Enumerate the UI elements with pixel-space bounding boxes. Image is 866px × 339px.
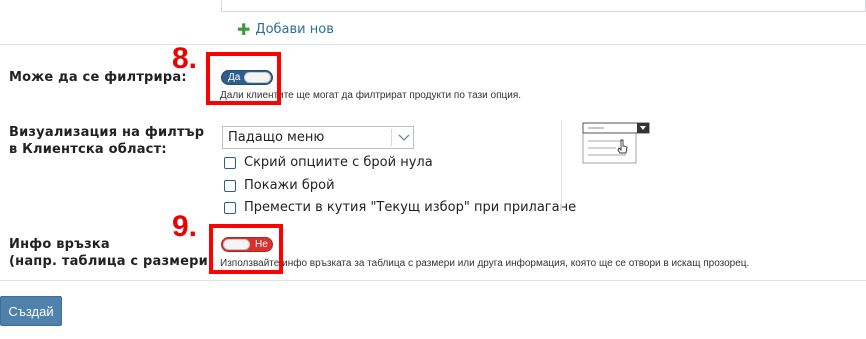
divider xyxy=(0,280,866,281)
add-new-label: Добави нов xyxy=(255,22,334,37)
annotation-marker-9: 9. xyxy=(172,210,198,243)
checkbox-move-to-current-selection[interactable]: Премести в кутия "Текущ избор" при прила… xyxy=(224,200,576,215)
vertical-divider xyxy=(561,121,562,214)
checkbox-hide-zero-count[interactable]: Скрий опциите с брой нула xyxy=(224,155,433,170)
info-link-label-line2: (напр. таблица с размери) xyxy=(9,254,215,269)
filter-visualization-label-line1: Визуализация на филтър xyxy=(9,125,205,140)
add-new-link[interactable]: ✚ Добави нов xyxy=(237,19,334,39)
annotation-box-9 xyxy=(209,224,283,274)
filterable-label: Може да се филтрира: xyxy=(9,70,187,85)
checkbox-show-count[interactable]: Покажи брой xyxy=(224,178,335,193)
checkbox[interactable] xyxy=(224,201,236,214)
select-value: Падащо меню xyxy=(228,130,325,145)
options-table-panel xyxy=(221,0,866,12)
checkbox-label: Скрий опциите с брой нула xyxy=(244,155,433,170)
select-separator xyxy=(391,129,392,146)
annotation-box-8 xyxy=(206,52,281,105)
filter-visualization-label: Визуализация на филтър в Клиентска облас… xyxy=(9,124,204,158)
plus-icon: ✚ xyxy=(237,19,251,39)
annotation-marker-8: 8. xyxy=(172,42,198,75)
filter-visualization-select[interactable]: Падащо меню xyxy=(222,126,414,149)
dropdown-preview-icon xyxy=(582,122,650,164)
chevron-down-icon xyxy=(398,134,410,141)
divider xyxy=(0,44,866,45)
info-link-help: Използвайте инфо връзката за таблица с р… xyxy=(220,258,750,269)
checkbox[interactable] xyxy=(224,156,236,169)
checkbox-label: Покажи брой xyxy=(244,178,335,193)
filter-visualization-label-line2: в Клиентска област: xyxy=(9,142,167,157)
checkbox[interactable] xyxy=(224,179,236,192)
create-button[interactable]: Създай xyxy=(0,296,62,326)
checkbox-label: Премести в кутия "Текущ избор" при прила… xyxy=(244,200,577,215)
